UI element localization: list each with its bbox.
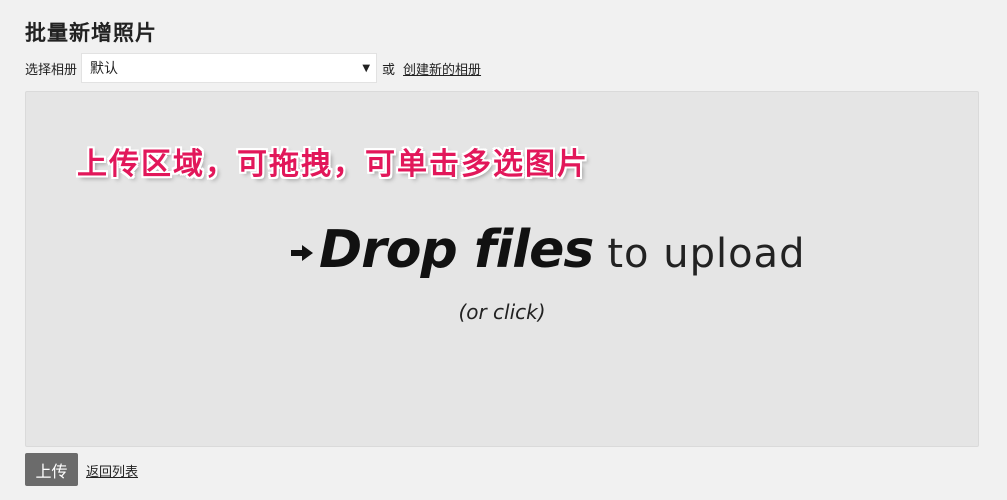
or-click-text: (or click) — [458, 300, 546, 324]
upload-button[interactable]: 上传 — [25, 453, 78, 486]
arrow-right-icon — [291, 245, 313, 261]
create-album-link[interactable]: 创建新的相册 — [403, 59, 481, 78]
drop-message: Drop files to upload — [291, 220, 805, 280]
album-select[interactable]: 默认 ▼ — [81, 53, 378, 83]
dropzone-annotation: 上传区域，可拖拽，可单击多选图片 — [77, 147, 589, 182]
chevron-down-icon: ▼ — [362, 62, 371, 74]
dropzone[interactable]: 上传区域，可拖拽，可单击多选图片 Drop files to upload (o… — [25, 91, 979, 447]
drop-message-strong: Drop files — [319, 220, 594, 280]
page-title: 批量新增照片 — [25, 21, 157, 45]
drop-message-light: to upload — [607, 231, 806, 277]
back-to-list-link[interactable]: 返回列表 — [86, 461, 138, 480]
or-text: 或 — [382, 62, 396, 78]
album-select-value: 默认 — [90, 61, 119, 77]
album-row: 选择相册 默认 ▼ 或 创建新的相册 — [25, 53, 481, 83]
album-label: 选择相册 — [25, 62, 78, 78]
